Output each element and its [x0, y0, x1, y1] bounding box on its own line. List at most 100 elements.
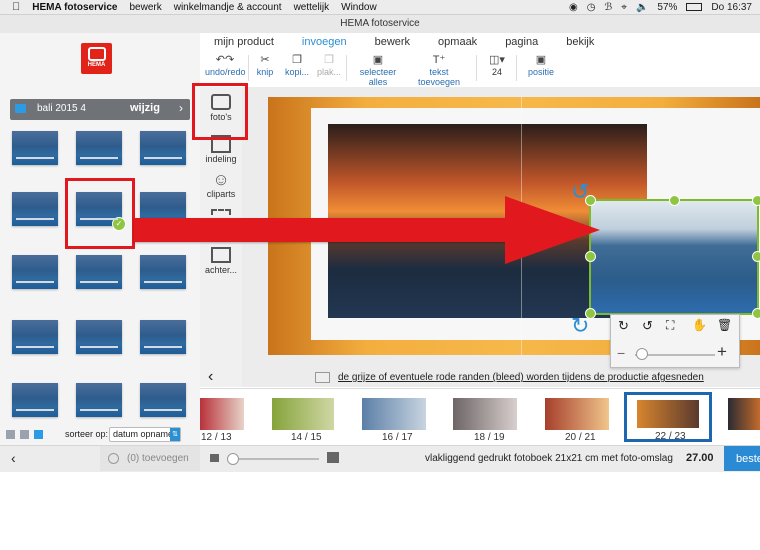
photo-thumbnail[interactable] — [76, 255, 122, 289]
photo-thumbnail[interactable] — [76, 131, 122, 165]
photo-thumbnail[interactable] — [12, 383, 58, 417]
change-album-link[interactable]: wijzig — [130, 102, 160, 114]
menu-bewerk[interactable]: bewerk — [129, 2, 161, 13]
photo-thumbnail[interactable] — [12, 192, 58, 226]
cut-button[interactable]: ✂ knip — [254, 53, 276, 77]
photo-thumbnail[interactable] — [140, 383, 186, 417]
copy-button[interactable]: ❐ kopi... — [284, 53, 310, 77]
bottom-bar: ‹ (0) toevoegen vlakliggend gedrukt foto… — [0, 445, 760, 472]
tab-opmaak[interactable]: opmaak — [424, 33, 491, 51]
page-thumbnail[interactable] — [545, 398, 609, 430]
select-arrows-icon: ⇅ — [170, 428, 180, 441]
undo-redo-button[interactable]: ↶↷ undo/redo — [205, 53, 246, 77]
page-thumbnail[interactable] — [272, 398, 334, 430]
mac-menubar:  HEMA fotoservice bewerk winkelmandje &… — [0, 0, 760, 15]
rotate-ccw-icon[interactable]: ↺ — [642, 318, 653, 334]
select-all-button[interactable]: ▣ selecteer alles — [350, 53, 406, 87]
tab-bekijk[interactable]: bekijk — [552, 33, 608, 51]
trash-icon[interactable]: 🗑 — [717, 318, 732, 332]
tab-bewerk[interactable]: bewerk — [361, 33, 424, 51]
cliparts-tool[interactable]: ☺ cliparts — [200, 171, 242, 200]
chevron-left-icon[interactable]: ‹ — [208, 368, 213, 386]
resize-handle-n[interactable] — [669, 195, 680, 206]
zoom-in-icon[interactable]: + — [717, 342, 727, 362]
image-large-icon[interactable] — [327, 452, 339, 463]
select-all-icon: ▣ — [372, 54, 384, 66]
clock[interactable]: Do 16:37 — [711, 2, 752, 13]
columns-dropdown[interactable]: ◫▾ 24 — [484, 53, 510, 77]
volume-icon[interactable]: 🔈 — [636, 2, 648, 13]
sort-select[interactable]: datum opname ⇅ — [109, 427, 181, 442]
camera-icon — [87, 47, 106, 61]
resize-handle-se[interactable] — [752, 308, 760, 319]
thumbnail-size-knob[interactable] — [227, 453, 239, 465]
page-thumbnail-strip: 12 / 13 14 / 15 16 / 17 18 / 19 20 / 21 … — [200, 388, 760, 446]
album-name: bali 2015 4 — [37, 103, 86, 114]
undo-label: undo/redo — [205, 67, 246, 77]
time-machine-icon[interactable]: ◷ — [587, 2, 596, 13]
page-thumbnail-current[interactable] — [637, 400, 699, 428]
bluetooth-icon[interactable]: ℬ — [604, 2, 612, 13]
page-thumbnail[interactable] — [453, 398, 517, 430]
position-icon: ▣ — [535, 54, 547, 66]
zoom-slider-knob[interactable] — [636, 348, 648, 360]
photo-thumbnail[interactable] — [12, 131, 58, 165]
rotate-cw-icon[interactable]: ↻ — [618, 318, 629, 334]
photo-thumbnail[interactable] — [76, 383, 122, 417]
thumbnail-size-slider[interactable] — [227, 458, 319, 460]
menu-winkelmandje[interactable]: winkelmandje & account — [174, 2, 282, 13]
hand-pan-icon[interactable]: ✋ — [692, 318, 707, 332]
grid-view-icon[interactable] — [20, 430, 29, 439]
large-grid-icon[interactable] — [34, 430, 43, 439]
wifi-icon[interactable]: ⌖ — [621, 2, 627, 13]
order-button[interactable]: beste — [724, 446, 760, 471]
photo-thumbnail[interactable] — [76, 320, 122, 354]
chevron-left-icon[interactable]: ‹ — [11, 450, 16, 466]
album-selector[interactable]: bali 2015 4 wijzig › — [10, 99, 190, 120]
add-text-label: tekst toevoegen — [417, 67, 461, 87]
zoom-out-icon[interactable]: − — [617, 345, 625, 361]
tab-invoegen[interactable]: invoegen — [287, 33, 361, 51]
page-thumbnail[interactable] — [200, 398, 244, 430]
photo-thumbnail[interactable] — [140, 131, 186, 165]
photo-thumbnail[interactable] — [140, 320, 186, 354]
rotate-right-handle-icon[interactable]: ↻ — [571, 313, 589, 339]
image-small-icon[interactable] — [210, 454, 219, 462]
app-menu[interactable]: HEMA fotoservice — [32, 2, 117, 13]
drag-arrow-shaft — [134, 218, 518, 242]
add-text-button[interactable]: T⁺ tekst toevoegen — [409, 53, 469, 87]
select-all-label: selecteer alles — [359, 67, 397, 87]
logo-text: HEMA — [87, 62, 106, 68]
position-button[interactable]: ▣ positie — [524, 53, 558, 77]
resize-handle-ne[interactable] — [752, 195, 760, 206]
tab-mijn-product[interactable]: mijn product — [200, 33, 288, 51]
undo-icon: ↶↷ — [215, 54, 235, 66]
selected-dolphin-photo[interactable]: ↺ ↻ — [571, 179, 760, 338]
text-icon: T⁺ — [432, 54, 446, 66]
fit-frame-icon[interactable]: ⛶ — [666, 318, 674, 333]
page-thumbnail[interactable] — [728, 398, 760, 430]
paste-button[interactable]: ❐ plak... — [316, 53, 342, 77]
add-photos-button[interactable]: (0) toevoegen — [100, 446, 200, 471]
highlight-photos-tool — [192, 83, 248, 140]
menu-wettelijk[interactable]: wettelijk — [294, 2, 330, 13]
scissors-icon: ✂ — [260, 54, 270, 66]
background-tool[interactable]: achter... — [200, 247, 242, 275]
photo-thumbnail[interactable] — [140, 255, 186, 289]
apple-icon[interactable]:  — [12, 1, 20, 13]
chevron-right-icon[interactable]: › — [179, 101, 183, 115]
page-thumbnail[interactable] — [362, 398, 426, 430]
battery-percent[interactable]: 57% — [657, 2, 677, 13]
creative-cloud-icon[interactable]: ◉ — [569, 2, 578, 13]
bleed-notice: ‹ de grijze of eventuele rode randen (bl… — [208, 368, 760, 388]
photo-thumbnail[interactable] — [12, 255, 58, 289]
page-label: 18 / 19 — [474, 432, 505, 443]
tab-pagina[interactable]: pagina — [491, 33, 552, 51]
background-tool-label: achter... — [204, 265, 238, 275]
list-view-icon[interactable] — [6, 430, 15, 439]
resize-handle-e[interactable] — [752, 251, 760, 262]
sort-select-value: datum opname — [113, 429, 174, 439]
page-label: 16 / 17 — [382, 432, 413, 443]
menu-window[interactable]: Window — [341, 2, 377, 13]
photo-thumbnail[interactable] — [12, 320, 58, 354]
